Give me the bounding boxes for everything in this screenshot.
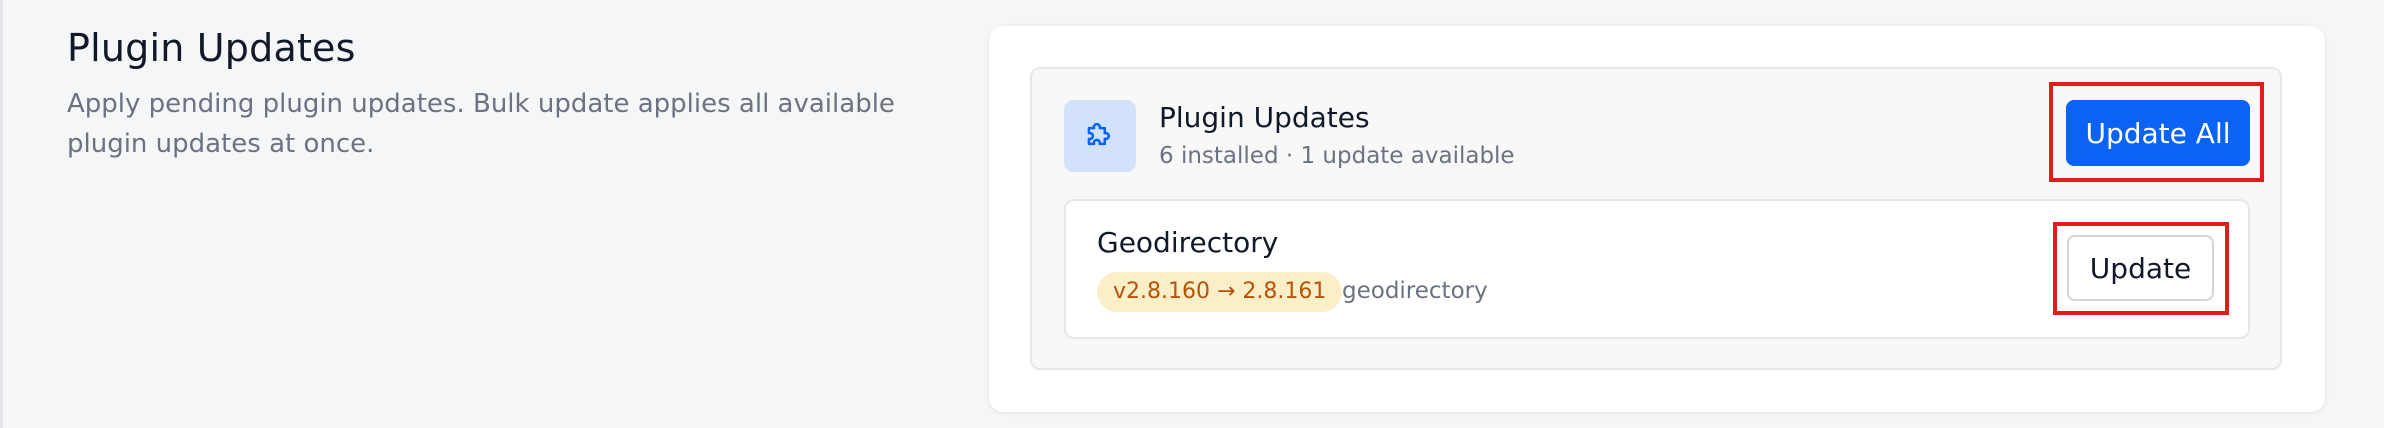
puzzle-piece-icon (1064, 100, 1136, 172)
section-description: Apply pending plugin updates. Bulk updat… (67, 89, 895, 159)
update-button[interactable]: Update (2067, 235, 2214, 301)
panel-subtitle: 6 installed · 1 update available (1159, 143, 1515, 169)
update-all-button[interactable]: Update All (2066, 100, 2250, 166)
panel-title: Plugin Updates (1159, 101, 1370, 134)
plugin-slug: geodirectory (1342, 278, 1488, 304)
version-badge: v2.8.160 → 2.8.161 (1097, 272, 1343, 312)
section-title: Plugin Updates (67, 26, 356, 70)
plugin-name: Geodirectory (1097, 226, 1279, 259)
left-border (0, 0, 3, 428)
page: Plugin Updates Apply pending plugin upda… (0, 0, 2384, 428)
